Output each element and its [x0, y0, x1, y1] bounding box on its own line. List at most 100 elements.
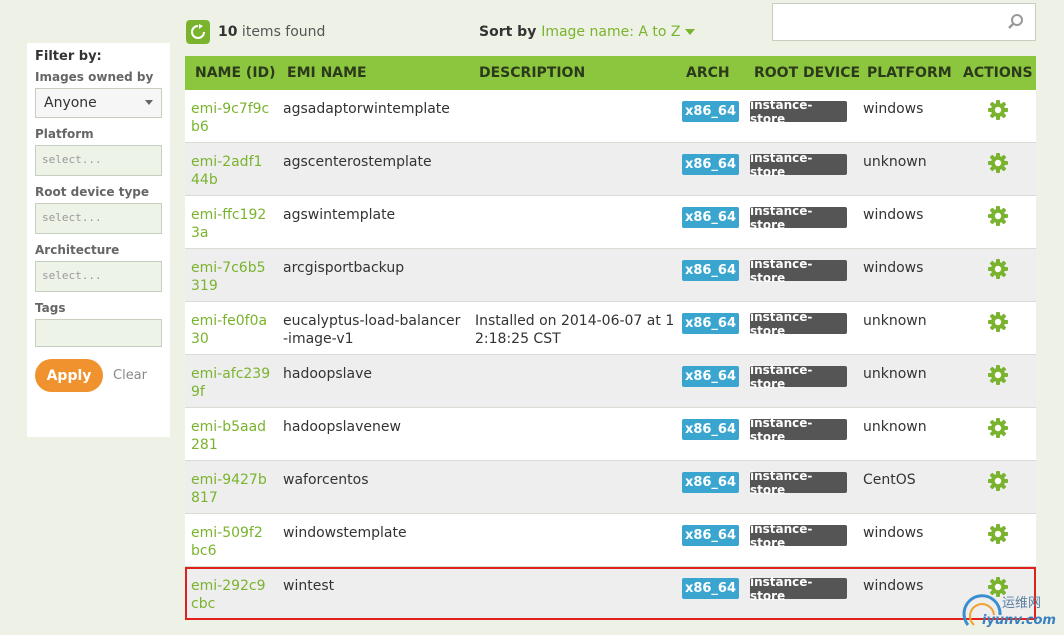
gear-icon[interactable]: [987, 152, 1009, 178]
image-id-link[interactable]: emi-2adf144b: [191, 153, 271, 189]
owned-by-select[interactable]: Anyone: [35, 88, 162, 118]
emi-name: eucalyptus-load-balancer-image-v1: [283, 313, 461, 347]
platform: CentOS: [863, 472, 916, 488]
watermark-logo: 运维网 iyunv.com: [960, 585, 1060, 633]
gear-icon[interactable]: [987, 99, 1009, 125]
table-row[interactable]: emi-9427b817 waforcentos x86_64 instance-st…: [185, 461, 1036, 514]
root-device-badge: instance-store: [750, 310, 847, 338]
sort-label: Sort by: [479, 24, 542, 40]
platform: windows: [863, 525, 924, 541]
arch-badge: x86_64: [682, 419, 739, 440]
emi-name: agsadaptorwintemplate: [283, 101, 450, 117]
col-actions: ACTIONS: [963, 65, 1033, 81]
emi-name: arcgisportbackup: [283, 260, 405, 276]
image-id-link[interactable]: emi-b5aad281: [191, 418, 271, 454]
arch-badge: x86_64: [682, 366, 739, 387]
gear-icon[interactable]: [987, 258, 1009, 284]
gear-icon[interactable]: [987, 470, 1009, 496]
platform: unknown: [863, 419, 927, 435]
arch-badge: x86_64: [682, 525, 739, 546]
emi-name: windowstemplate: [283, 525, 407, 541]
arch-badge: x86_64: [682, 472, 739, 493]
platform: windows: [863, 578, 924, 594]
search-input[interactable]: [772, 3, 1036, 41]
sort-value[interactable]: Image name: A to Z: [541, 24, 680, 40]
emi-name: agswintemplate: [283, 207, 396, 223]
table-row[interactable]: emi-afc2399f hadoopslave x86_64 instance-st…: [185, 355, 1036, 408]
root-device-badge: instance-store: [750, 416, 847, 444]
gear-icon[interactable]: [987, 523, 1009, 549]
platform-label: Platform: [35, 127, 94, 141]
apply-button[interactable]: Apply: [35, 359, 103, 392]
watermark-url: iyunv.com: [982, 613, 1056, 628]
owned-by-value: Anyone: [44, 95, 97, 111]
image-id-link[interactable]: emi-9427b817: [191, 471, 271, 507]
table-row[interactable]: emi-7c6b5319 arcgisportbackup x86_64 instan…: [185, 249, 1036, 302]
root-device-badge: instance-store: [750, 204, 847, 232]
root-device-input[interactable]: select...: [35, 203, 162, 234]
architecture-input[interactable]: select...: [35, 261, 162, 292]
root-device-badge: instance-store: [750, 151, 847, 179]
platform-input[interactable]: select...: [35, 145, 162, 176]
col-platform[interactable]: PLATFORM: [867, 65, 952, 81]
arch-badge: x86_64: [682, 207, 739, 228]
emi-name: hadoopslavenew: [283, 419, 401, 435]
arch-badge: x86_64: [682, 260, 739, 281]
gear-icon[interactable]: [987, 205, 1009, 231]
gear-icon[interactable]: [987, 311, 1009, 337]
col-emi-name[interactable]: EMI NAME: [287, 65, 367, 81]
arch-badge: x86_64: [682, 154, 739, 175]
watermark-text: 运维网: [1002, 596, 1042, 611]
image-id-link[interactable]: emi-509f2bc6: [191, 524, 271, 560]
table-row[interactable]: emi-ffc1923a agswintemplate x86_64 instance…: [185, 196, 1036, 249]
image-id-link[interactable]: emi-292c9cbc: [191, 577, 271, 613]
col-arch[interactable]: ARCH: [686, 65, 730, 81]
root-device-badge: instance-store: [750, 98, 847, 126]
tags-label: Tags: [35, 301, 66, 315]
tags-input[interactable]: [35, 319, 162, 347]
image-id-link[interactable]: emi-ffc1923a: [191, 206, 271, 242]
image-id-link[interactable]: emi-fe0f0a30: [191, 312, 271, 348]
image-id-link[interactable]: emi-7c6b5319: [191, 259, 271, 295]
platform: windows: [863, 260, 924, 276]
table-row[interactable]: emi-292c9cbc wintest x86_64 instance-store w…: [185, 567, 1036, 620]
table-row[interactable]: emi-9c7f9cb6 agsadaptorwintemplate x86_64 i…: [185, 90, 1036, 143]
image-id-link[interactable]: emi-9c7f9cb6: [191, 100, 271, 136]
owned-by-label: Images owned by: [35, 70, 154, 84]
col-description[interactable]: DESCRIPTION: [479, 65, 585, 81]
col-name-id[interactable]: NAME (ID): [195, 65, 276, 81]
items-found: 10 items found: [218, 24, 325, 40]
platform: unknown: [863, 366, 927, 382]
platform: windows: [863, 207, 924, 223]
architecture-label: Architecture: [35, 243, 120, 257]
image-id-link[interactable]: emi-afc2399f: [191, 365, 271, 401]
emi-name: wintest: [283, 578, 335, 594]
root-device-badge: instance-store: [750, 522, 847, 550]
emi-name: hadoopslave: [283, 366, 373, 382]
items-count: 10: [218, 24, 238, 40]
root-device-label: Root device type: [35, 185, 150, 199]
table-row[interactable]: emi-fe0f0a30 eucalyptus-load-balancer-ima…: [185, 302, 1036, 355]
table-row[interactable]: emi-b5aad281 hadoopslavenew x86_64 instance…: [185, 408, 1036, 461]
emi-name: agscenterostemplate: [283, 154, 432, 170]
platform: unknown: [863, 313, 927, 329]
table-header: NAME (ID) EMI NAME DESCRIPTION ARCH ROOT…: [185, 56, 1036, 90]
arch-badge: x86_64: [682, 101, 739, 122]
refresh-icon: [191, 24, 205, 39]
table-row[interactable]: emi-509f2bc6 windowstemplate x86_64 instanc…: [185, 514, 1036, 567]
clear-link[interactable]: Clear: [113, 368, 147, 383]
root-device-badge: instance-store: [750, 257, 847, 285]
gear-icon[interactable]: [987, 417, 1009, 443]
sort-control[interactable]: Sort by Image name: A to Z: [479, 24, 695, 40]
search-icon[interactable]: [1007, 13, 1025, 31]
emi-name: waforcentos: [283, 472, 369, 488]
root-device-badge: instance-store: [750, 575, 847, 603]
table-row[interactable]: emi-2adf144b agscenterostemplate x86_64 ins…: [185, 143, 1036, 196]
arch-badge: x86_64: [682, 313, 739, 334]
filter-title: Filter by:: [35, 49, 102, 64]
chevron-down-icon: [145, 100, 153, 105]
col-root-device[interactable]: ROOT DEVICE: [754, 65, 860, 81]
description: Installed on 2014-06-07 at 12:18:25 CST: [475, 313, 675, 347]
refresh-button[interactable]: [186, 20, 210, 44]
gear-icon[interactable]: [987, 364, 1009, 390]
